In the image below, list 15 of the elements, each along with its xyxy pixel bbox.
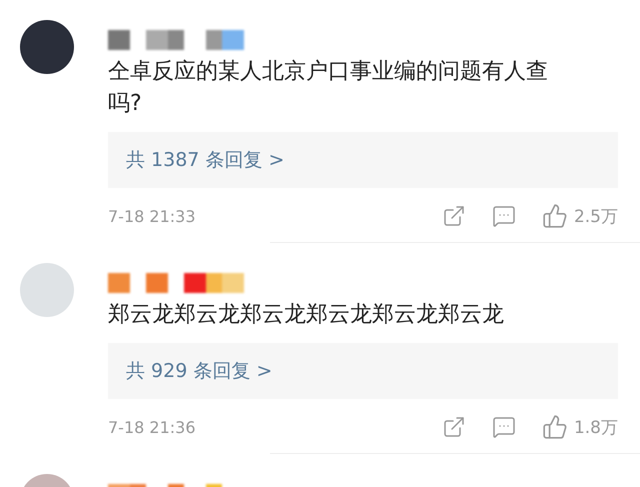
- comment-button[interactable]: [492, 415, 516, 439]
- avatar-placeholder[interactable]: [20, 20, 74, 74]
- comment-time: 7-18 21:36: [108, 418, 197, 436]
- like-button[interactable]: 2.5万: [542, 203, 618, 229]
- like-button[interactable]: 1.8万: [542, 414, 618, 440]
- thumbs-up-icon: [542, 414, 568, 440]
- thumbs-up-icon: [542, 203, 568, 229]
- replies-link[interactable]: 共 1387 条回复 >: [108, 132, 618, 188]
- replies-link[interactable]: 共 929 条回复 >: [108, 343, 618, 399]
- comment-text: 仝卓反应的某人北京户口事业编的问题有人查吗?: [108, 58, 549, 118]
- share-button[interactable]: [442, 415, 466, 439]
- comment-button[interactable]: [492, 204, 516, 228]
- share-button[interactable]: [442, 204, 466, 228]
- comment-time: 7-18 21:33: [108, 206, 197, 226]
- comment-text: 郑云龙郑云龙郑云龙郑云龙郑云龙郑云龙: [108, 301, 505, 329]
